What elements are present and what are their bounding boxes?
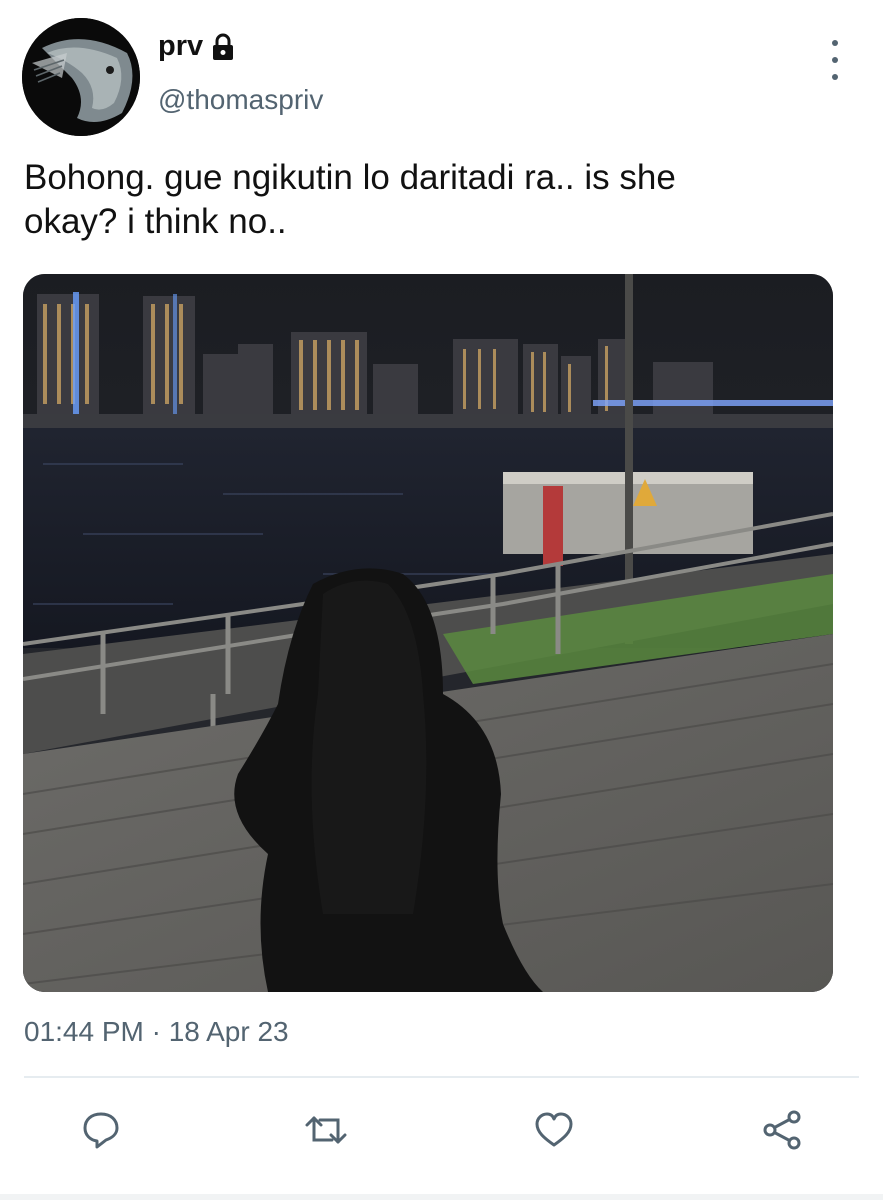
bottom-edge <box>0 1194 883 1200</box>
divider <box>24 1076 859 1078</box>
heart-icon <box>535 1112 573 1147</box>
display-name-text: prv <box>158 30 204 62</box>
tweet-text-line: okay? i think no.. <box>24 202 287 241</box>
retweet-button[interactable] <box>296 1100 356 1160</box>
reply-icon <box>83 1112 119 1149</box>
tweet-photo[interactable] <box>23 274 833 992</box>
retweet-icon <box>305 1116 347 1144</box>
tweet-text: Bohong. gue ngikutin lo daritadi ra.. is… <box>24 156 844 244</box>
tweet-text-line: Bohong. gue ngikutin lo daritadi ra.. is… <box>24 158 676 197</box>
tweet-actions-bar <box>0 1100 883 1160</box>
photo-night-river-scene <box>23 274 833 992</box>
share-icon <box>763 1110 801 1150</box>
user-handle[interactable]: @thomaspriv <box>158 84 323 116</box>
share-button[interactable] <box>752 1100 812 1160</box>
avatar[interactable] <box>22 18 140 136</box>
like-button[interactable] <box>524 1100 584 1160</box>
tweet-timestamp[interactable]: 01:44 PM · 18 Apr 23 <box>24 1016 289 1048</box>
reply-button[interactable] <box>71 1100 131 1160</box>
avatar-image <box>22 18 140 136</box>
more-vertical-icon[interactable] <box>818 38 852 82</box>
lock-icon <box>211 33 235 61</box>
display-name[interactable]: prv <box>158 30 235 63</box>
